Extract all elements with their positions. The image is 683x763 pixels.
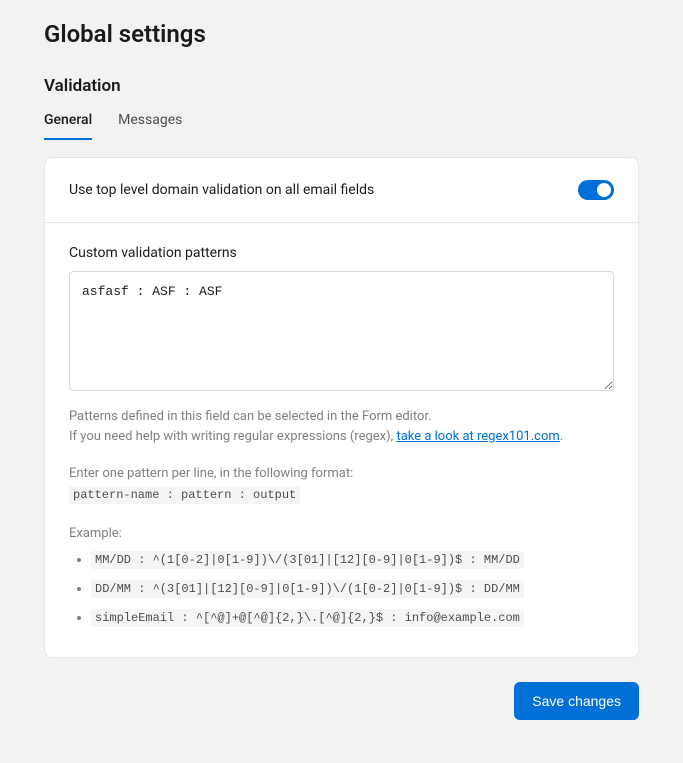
tab-general[interactable]: General [44,112,92,140]
list-item: DD/MM : ^(3[01]|[12][0-9]|0[1-9])\/(1[0-… [91,579,614,600]
example-list: MM/DD : ^(1[0-2]|0[1-9])\/(3[01]|[12][0-… [69,550,614,628]
settings-card: Use top level domain validation on all e… [44,157,639,658]
tld-validation-label: Use top level domain validation on all e… [69,182,374,198]
format-help: Enter one pattern per line, in the follo… [69,464,614,506]
list-item: MM/DD : ^(1[0-2]|0[1-9])\/(3[01]|[12][0-… [91,550,614,571]
format-code: pattern-name : pattern : output [69,486,300,504]
custom-patterns-section: Custom validation patterns Patterns defi… [45,223,638,657]
page-title: Global settings [44,20,639,48]
custom-patterns-input[interactable] [69,271,614,391]
example-code: DD/MM : ^(3[01]|[12][0-9]|0[1-9])\/(1[0-… [91,580,524,598]
tab-messages[interactable]: Messages [118,112,182,140]
example-code: simpleEmail : ^[^@]+@[^@]{2,}\.[^@]{2,}$… [91,609,524,627]
custom-patterns-label: Custom validation patterns [69,245,614,261]
help-line-1: Patterns defined in this field can be se… [69,409,432,424]
help-line-2-prefix: If you need help with writing regular ex… [69,429,396,444]
regex101-link[interactable]: take a look at regex101.com [396,429,559,444]
format-intro: Enter one pattern per line, in the follo… [69,464,614,485]
list-item: simpleEmail : ^[^@]+@[^@]{2,}\.[^@]{2,}$… [91,608,614,629]
example-label: Example: [69,524,614,545]
section-title: Validation [44,76,639,96]
tld-validation-toggle[interactable] [578,180,614,200]
example-code: MM/DD : ^(1[0-2]|0[1-9])\/(3[01]|[12][0-… [91,551,524,569]
patterns-help-text: Patterns defined in this field can be se… [69,407,614,446]
tld-validation-row: Use top level domain validation on all e… [45,158,638,223]
help-line-2-suffix: . [560,429,563,444]
tabs: General Messages [44,112,639,141]
save-button[interactable]: Save changes [514,682,639,720]
footer: Save changes [44,682,639,720]
example-block: Example: MM/DD : ^(1[0-2]|0[1-9])\/(3[01… [69,524,614,629]
